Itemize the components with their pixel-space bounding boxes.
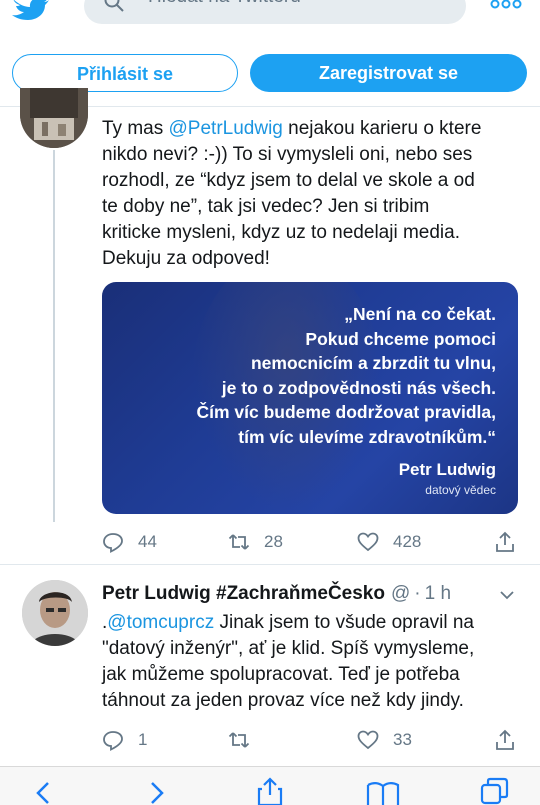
retweet-button[interactable]: 28	[228, 528, 283, 556]
top-bar: Hledat na Twitteru	[0, 0, 540, 40]
caret-down-icon[interactable]	[498, 586, 516, 604]
separator-dot: ·	[414, 583, 421, 604]
user-name[interactable]: Petr Ludwig #ZachraňmeČesko	[102, 583, 385, 604]
share-button[interactable]	[494, 726, 530, 754]
tabs-icon[interactable]	[480, 777, 510, 805]
tweet-text: .@tomcuprcz Jinak jsem to všude opravil …	[102, 612, 475, 711]
reply-button[interactable]: 1	[102, 726, 147, 754]
browser-toolbar	[0, 766, 540, 805]
like-count: 33	[393, 730, 412, 749]
search-placeholder: Hledat na Twitteru	[148, 0, 301, 8]
tweet-header: Petr Ludwig #ZachraňmeČesko @ · 1 h	[102, 583, 522, 609]
like-icon	[357, 532, 379, 552]
tweet-media-image[interactable]: „Není na co čekat. Pokud chceme pomoci n…	[102, 282, 518, 514]
signup-button[interactable]: Zaregistrovat se	[250, 54, 527, 92]
reply-count: 1	[138, 730, 148, 749]
retweet-count: 28	[264, 532, 283, 551]
forward-icon[interactable]	[148, 781, 166, 805]
login-button[interactable]: Přihlásit se	[12, 54, 238, 92]
tweet-actions: 44 28 428	[102, 528, 522, 556]
like-icon	[357, 730, 379, 750]
share-icon	[496, 729, 514, 750]
reply-button[interactable]: 44	[102, 528, 157, 556]
share-button[interactable]	[494, 528, 530, 556]
media-author: Petr Ludwig	[398, 460, 496, 479]
reply-icon	[103, 731, 123, 751]
avatar[interactable]	[20, 88, 88, 148]
twitter-logo-icon[interactable]	[10, 0, 50, 20]
retweet-icon	[228, 732, 250, 748]
avatar[interactable]	[22, 580, 88, 646]
timestamp[interactable]: 1 h	[425, 583, 451, 604]
retweet-icon	[228, 534, 250, 550]
like-button[interactable]: 33	[357, 726, 412, 754]
reply-icon	[103, 533, 123, 553]
media-quote: „Není na co čekat. Pokud chceme pomoci n…	[196, 304, 496, 447]
tweet-text: Ty mas @PetrLudwig nejakou karieru o kte…	[102, 118, 482, 269]
user-handle[interactable]: @	[391, 583, 410, 604]
search-icon	[104, 0, 124, 12]
share-icon	[496, 531, 514, 552]
mention-link[interactable]: @tomcuprcz	[107, 612, 214, 633]
thread-line	[53, 150, 55, 522]
like-count: 428	[393, 532, 422, 551]
search-input[interactable]: Hledat na Twitteru	[84, 0, 466, 24]
media-role: datový vědec	[425, 483, 496, 497]
bookmarks-icon[interactable]	[366, 781, 400, 805]
back-icon[interactable]	[34, 781, 52, 805]
share-safari-icon[interactable]	[256, 777, 284, 805]
more-icon[interactable]	[490, 0, 522, 12]
mention-link[interactable]: @PetrLudwig	[169, 118, 283, 139]
reply-count: 44	[138, 532, 157, 551]
divider	[0, 564, 540, 565]
like-button[interactable]: 428	[357, 528, 421, 556]
retweet-button[interactable]	[228, 726, 264, 754]
tweet-actions: 1 33	[102, 726, 522, 754]
